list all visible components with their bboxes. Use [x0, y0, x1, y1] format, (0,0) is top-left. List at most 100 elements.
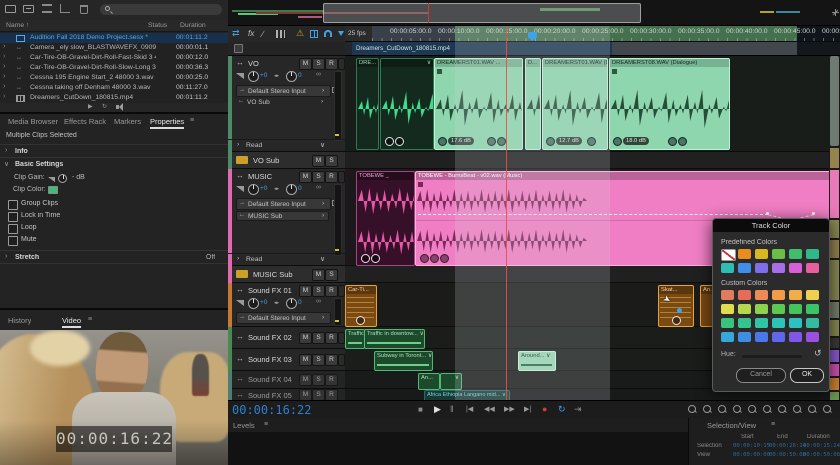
clip-gain-icon[interactable]	[420, 254, 429, 263]
audio-clip[interactable]: ∨	[380, 58, 434, 150]
go-to-start-button[interactable]: |◀	[466, 405, 473, 413]
video-preview[interactable]: 00:00:16:22	[0, 330, 228, 465]
monitor-input-button[interactable]	[338, 285, 345, 297]
drag-handle-icon[interactable]: ↔	[236, 354, 244, 363]
clip-note-icon[interactable]	[678, 137, 687, 146]
import-icon[interactable]	[23, 5, 34, 13]
solo-button[interactable]: S	[312, 354, 325, 366]
expand-icon[interactable]: ›	[3, 83, 5, 90]
track-name[interactable]: Sound FX 05	[248, 391, 296, 400]
color-swatch[interactable]	[755, 249, 768, 259]
vertical-scrollbar[interactable]	[829, 56, 840, 400]
file-row[interactable]: › ↔ Camera _ely slow_BLASTWAVEFX_09092 4…	[0, 43, 228, 53]
snap-grid-icon[interactable]	[310, 30, 318, 38]
clip-fx-icon[interactable]	[395, 137, 404, 146]
clip-gain-icon[interactable]	[385, 137, 394, 146]
expand-icon[interactable]: ›	[3, 93, 5, 100]
sync-lock-icon[interactable]: ∞	[316, 298, 321, 305]
go-to-end-button[interactable]: ▶|	[524, 405, 531, 413]
loop-playback-button[interactable]: ↻	[558, 404, 566, 415]
view-end[interactable]: 00:00:50:08	[769, 452, 806, 458]
color-swatch[interactable]	[772, 263, 785, 273]
play-button[interactable]: ▶	[434, 404, 441, 415]
solo-button[interactable]: S	[312, 374, 325, 386]
input-routing-select[interactable]: → Default Stereo Input ›	[236, 312, 331, 324]
solo-button[interactable]: S	[312, 171, 325, 183]
color-swatch[interactable]	[789, 318, 802, 328]
track-name[interactable]: Sound FX 01	[248, 286, 296, 295]
arm-record-button[interactable]: R	[325, 374, 338, 386]
color-swatch[interactable]	[755, 263, 768, 273]
levels-label[interactable]: Levels	[233, 421, 255, 430]
track-name[interactable]: MUSIC	[248, 172, 296, 181]
mute-button[interactable]: M	[312, 155, 325, 167]
arm-record-button[interactable]: R	[325, 285, 338, 297]
color-swatch[interactable]	[755, 318, 768, 328]
trash-icon[interactable]	[80, 5, 88, 14]
color-swatch[interactable]	[738, 263, 751, 273]
playhead[interactable]	[506, 26, 507, 400]
color-swatch[interactable]	[721, 304, 734, 314]
loop-checkbox[interactable]	[8, 224, 18, 234]
track-color-strip[interactable]	[228, 266, 232, 283]
color-swatch-none[interactable]	[721, 249, 736, 261]
audio-clip-selected[interactable]: DREAMERST08.WAV (Dialogue) 18.0 dB	[609, 58, 730, 150]
tab-markers[interactable]: Markers	[114, 117, 141, 126]
envelope-keyframe[interactable]	[812, 212, 815, 215]
pan-knob[interactable]	[286, 184, 297, 195]
new-folder-icon[interactable]	[5, 5, 16, 13]
color-swatch[interactable]	[721, 290, 734, 300]
selection-start[interactable]: 00:00:10:15	[733, 443, 770, 449]
view-start[interactable]: 00:00:00:00	[733, 452, 770, 458]
panel-menu-icon[interactable]: ≡	[771, 421, 775, 428]
color-swatch[interactable]	[806, 318, 819, 328]
color-swatch[interactable]	[738, 290, 751, 300]
tab-video[interactable]: Video	[62, 316, 81, 328]
solo-button[interactable]: S	[312, 58, 325, 70]
group-clips-checkbox[interactable]	[8, 200, 18, 210]
clip-fx-icon[interactable]	[430, 254, 439, 263]
arm-record-button[interactable]: R	[325, 332, 338, 344]
clip-gain-icon[interactable]	[361, 254, 370, 263]
razor-tool-icon[interactable]: ∕	[262, 29, 264, 39]
monitor-input-button[interactable]	[338, 332, 345, 344]
color-swatch[interactable]	[806, 263, 819, 273]
skip-selection-button[interactable]: ⇥	[574, 404, 582, 415]
color-swatch[interactable]	[738, 318, 751, 328]
solo-button[interactable]: S	[312, 389, 325, 400]
zoom-out-amplitude-button[interactable]	[748, 405, 757, 414]
clip-fx-icon[interactable]	[371, 254, 380, 263]
drag-handle-icon[interactable]: ↔	[236, 390, 244, 399]
color-swatch[interactable]	[738, 332, 751, 342]
zoom-full-button[interactable]	[823, 405, 832, 414]
volume-knob[interactable]	[248, 184, 259, 195]
mute-button[interactable]: M	[299, 389, 312, 400]
panel-menu-icon[interactable]: ≡	[88, 316, 92, 323]
track-color-strip[interactable]	[228, 349, 232, 371]
fade-handle-icon[interactable]	[612, 69, 617, 74]
sync-lock-icon[interactable]: ∞	[316, 71, 321, 78]
popup-titlebar[interactable]: Track Color	[712, 218, 830, 232]
color-swatch[interactable]	[738, 249, 751, 259]
color-swatch[interactable]	[806, 290, 819, 300]
mute-button[interactable]: M	[299, 58, 312, 70]
mute-button[interactable]: M	[299, 171, 312, 183]
volume-knob[interactable]	[248, 71, 259, 82]
preview-loop-icon[interactable]: ↻	[102, 103, 107, 110]
clip-note-icon[interactable]	[440, 254, 449, 263]
track-color-strip[interactable]	[228, 327, 232, 349]
mute-checkbox[interactable]	[8, 236, 18, 246]
track-name[interactable]: MUSIC Sub	[253, 270, 308, 279]
track-color-strip[interactable]	[228, 371, 232, 389]
clip-gain-icon[interactable]	[356, 316, 365, 325]
zoom-in-amplitude-button[interactable]	[733, 405, 742, 414]
magnet-icon[interactable]	[324, 30, 332, 37]
arm-record-button[interactable]: R	[325, 58, 338, 70]
color-swatch[interactable]	[789, 304, 802, 314]
fx-clip[interactable]: An...	[418, 373, 440, 390]
automation-mode-row[interactable]: › Read ∨	[228, 139, 345, 152]
view-duration[interactable]: 00:00:50:08	[803, 452, 840, 458]
ok-button[interactable]: OK	[790, 368, 824, 383]
mute-button[interactable]: M	[299, 332, 312, 344]
color-swatch[interactable]	[789, 263, 802, 273]
